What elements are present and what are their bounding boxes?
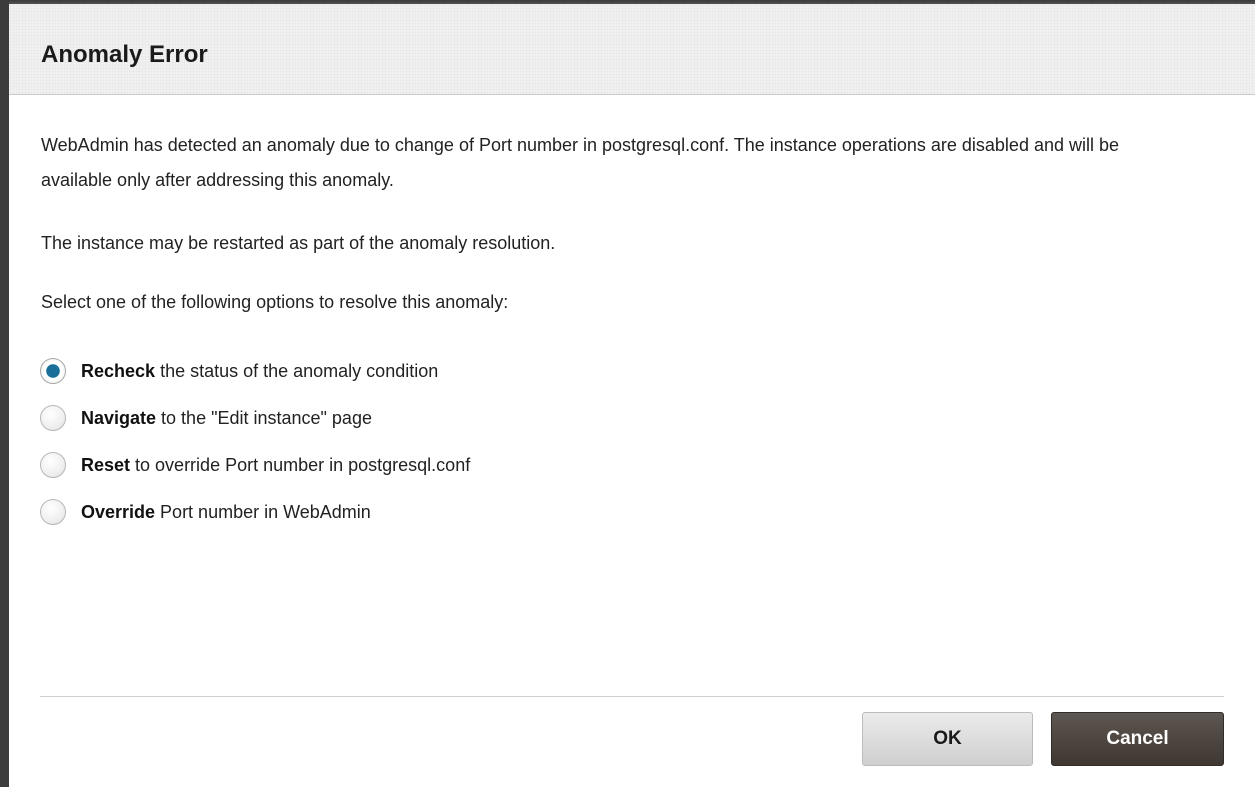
option-navigate[interactable]: Navigate to the "Edit instance" page: [40, 401, 372, 435]
anomaly-message: WebAdmin has detected an anomaly due to …: [41, 135, 1120, 190]
cancel-button[interactable]: Cancel: [1051, 712, 1224, 766]
option-reset[interactable]: Reset to override Port number in postgre…: [40, 448, 470, 482]
background-left-edge: [0, 0, 9, 787]
radio-recheck[interactable]: [40, 358, 66, 384]
option-recheck-description: the status of the anomaly condition: [155, 360, 439, 381]
dialog-title: Anomaly Error: [41, 41, 208, 68]
option-override-label: Override Port number in WebAdmin: [81, 502, 371, 523]
footer-divider: [40, 696, 1224, 697]
radio-navigate[interactable]: [40, 405, 66, 431]
option-navigate-keyword: Navigate: [81, 407, 157, 428]
option-navigate-label: Navigate to the "Edit instance" page: [81, 408, 372, 429]
dialog-header: Anomaly Error: [9, 4, 1255, 95]
radio-override[interactable]: [40, 499, 66, 525]
ok-button[interactable]: OK: [862, 712, 1033, 766]
option-recheck[interactable]: Recheck the status of the anomaly condit…: [40, 354, 438, 388]
option-override-description: Port number in WebAdmin: [155, 501, 371, 522]
instruction-text: Select one of the following options to r…: [41, 292, 509, 312]
option-reset-description: to override Port number in postgresql.co…: [130, 454, 471, 475]
option-navigate-description: to the "Edit instance" page: [156, 407, 372, 428]
option-override[interactable]: Override Port number in WebAdmin: [40, 495, 371, 529]
option-override-keyword: Override: [81, 501, 156, 522]
option-reset-label: Reset to override Port number in postgre…: [81, 455, 470, 476]
radio-reset[interactable]: [40, 452, 66, 478]
option-recheck-keyword: Recheck: [81, 360, 156, 381]
restart-note: The instance may be restarted as part of…: [41, 233, 556, 253]
option-recheck-label: Recheck the status of the anomaly condit…: [81, 361, 438, 382]
app-frame: Anomaly Error WebAdmin has detected an a…: [0, 0, 1255, 787]
option-reset-keyword: Reset: [81, 454, 131, 475]
anomaly-error-dialog: Anomaly Error WebAdmin has detected an a…: [9, 4, 1255, 787]
